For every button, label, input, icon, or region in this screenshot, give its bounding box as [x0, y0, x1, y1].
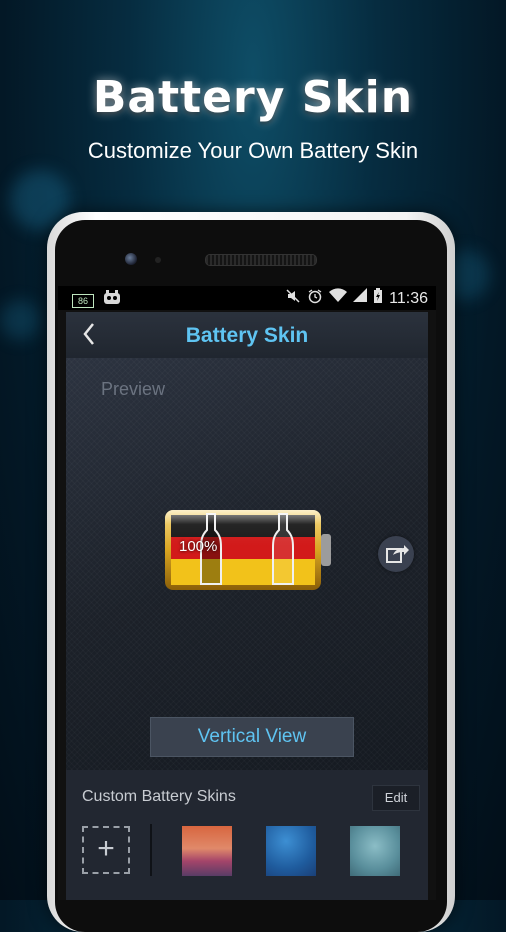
status-time: 11:36	[389, 289, 428, 307]
mute-icon	[285, 288, 301, 309]
promo-headline: Battery Skin	[92, 72, 414, 123]
cyanogen-icon	[102, 290, 122, 311]
front-camera	[125, 253, 137, 265]
vertical-view-button[interactable]: Vertical View	[150, 717, 354, 757]
skin-thumbnail-teal[interactable]	[350, 826, 400, 876]
preview-area: Preview 100% Vertical View	[66, 358, 428, 770]
share-icon	[386, 545, 409, 563]
alarm-icon	[307, 288, 323, 309]
share-button[interactable]	[378, 536, 414, 572]
battery-skin-preview[interactable]: 100%	[163, 508, 333, 592]
promo-subheadline: Customize Your Own Battery Skin	[87, 138, 419, 163]
app-bar: Battery Skin	[66, 312, 428, 359]
divider	[150, 824, 152, 876]
battery-percent-label: 100%	[179, 538, 218, 555]
add-skin-button[interactable]: +	[82, 826, 130, 874]
battery-percent-text: 86	[77, 295, 88, 306]
charging-battery-icon	[373, 288, 383, 309]
skin-thumbnail-sunset[interactable]	[182, 826, 232, 876]
bokeh-light	[0, 300, 40, 340]
signal-icon	[353, 288, 368, 309]
battery-percent-icon: 86	[72, 293, 94, 308]
status-bar: 86 11:36	[58, 286, 436, 310]
skin-thumbnail-blue[interactable]	[266, 826, 316, 876]
wifi-icon	[329, 288, 348, 309]
proximity-sensor	[155, 257, 161, 263]
custom-skins-title: Custom Battery Skins	[82, 788, 236, 805]
phone-screen: 86 11:36 Battery Skin Preview 100% Verti…	[58, 286, 436, 900]
custom-skins-panel: Custom Battery Skins Edit +	[66, 770, 428, 900]
earpiece-speaker	[205, 254, 317, 266]
edit-button[interactable]: Edit	[372, 785, 420, 811]
preview-label: Preview	[101, 379, 166, 399]
plus-icon: +	[97, 832, 115, 865]
page-title: Battery Skin	[185, 324, 309, 347]
